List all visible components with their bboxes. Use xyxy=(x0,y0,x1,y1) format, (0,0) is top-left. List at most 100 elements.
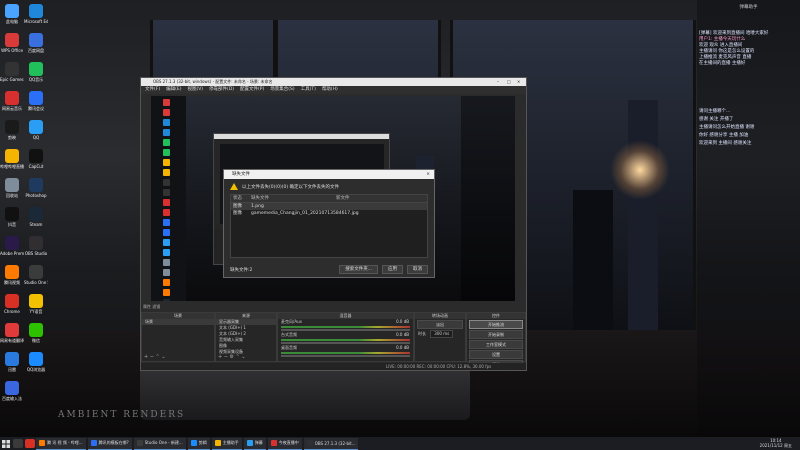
desktop-icon-label: 腾讯视频 xyxy=(4,280,20,285)
source-toolbar[interactable]: 属性 滤镜 xyxy=(143,304,160,310)
close-icon[interactable]: × xyxy=(517,78,520,86)
app-icon xyxy=(29,120,43,134)
apply-button[interactable]: 应用 xyxy=(382,265,403,274)
control-button[interactable]: 开始录制 xyxy=(469,330,523,339)
desktop-icon-label: OBS Studio xyxy=(24,251,48,256)
desktop-icon-label: WPS Office xyxy=(1,48,23,53)
app-icon xyxy=(5,178,19,192)
desktop-icon-label: 此电脑 xyxy=(6,19,18,24)
app-icon xyxy=(5,120,19,134)
status-cell: 图像 xyxy=(233,211,242,216)
new-file-cell[interactable] xyxy=(336,210,427,217)
dialog-title-bar[interactable]: 缺失文件 × xyxy=(224,170,434,179)
preview-app-icon xyxy=(162,249,170,256)
preview-app-icon xyxy=(162,99,170,106)
control-button[interactable]: 开始推流 xyxy=(469,320,523,329)
obs-title-bar[interactable]: OBS 27.1.3 (32-bit, windows) - 配置文件: 未命名… xyxy=(141,78,526,86)
volume-meter xyxy=(281,339,410,341)
windows-icon xyxy=(2,439,10,448)
preview-app-icon xyxy=(162,189,170,196)
taskbar-item-label: 腾讯的模板在哪? xyxy=(98,440,129,445)
search-icon[interactable] xyxy=(13,439,23,448)
app-icon xyxy=(39,440,45,446)
menu-item[interactable]: 帮助(H) xyxy=(322,87,338,92)
taskbar-item-label: Studio One - 新建... xyxy=(144,440,183,445)
app-icon xyxy=(29,236,43,250)
scene-item[interactable]: 场景 xyxy=(142,319,214,325)
search-folder-button[interactable]: 搜索文件夹... xyxy=(339,265,378,274)
menu-item[interactable]: 编辑(E) xyxy=(166,87,181,92)
app-icon xyxy=(29,352,43,366)
preview-app-icon xyxy=(162,159,170,166)
warning-icon xyxy=(230,183,238,190)
close-icon[interactable]: × xyxy=(426,170,430,179)
window-controls[interactable]: – □ × xyxy=(494,78,526,86)
transition-select[interactable]: 淡出 xyxy=(417,320,463,329)
table-row[interactable]: 图像 gamemedia_Changjin_01_20210713584617.j… xyxy=(231,210,427,217)
desktop-icon-label: Epic Games Launcher xyxy=(0,77,24,82)
missing-files-dialog[interactable]: 缺失文件 × 以上文件丢失(0)(0)(0) 确定以下文件丢失的文件 状态 缺失… xyxy=(223,169,435,278)
mixer-channel-name: 桌面音频 xyxy=(281,345,297,350)
menu-item[interactable]: 文件(F) xyxy=(145,87,160,92)
preview-app-icon xyxy=(162,209,170,216)
taskbar-item[interactable]: Studio One - 新建... xyxy=(133,437,186,450)
menu-item[interactable]: 配置文件(P) xyxy=(240,87,264,92)
app-icon xyxy=(136,440,143,446)
app-icon xyxy=(5,62,19,76)
desktop-icon-label: Microsoft Edge xyxy=(24,19,48,24)
taskbar-item-label: 剪辑 xyxy=(198,440,207,445)
cancel-button[interactable]: 取消 xyxy=(407,265,428,274)
preview-app-icon xyxy=(162,229,170,236)
app-icon xyxy=(306,440,313,446)
taskbar-item[interactable]: 主播助手 xyxy=(211,437,242,450)
maximize-icon[interactable]: □ xyxy=(507,78,511,86)
obs-menu-bar: 文件(F) 编辑(E) 视图(V) 停靠部件(D) 配置文件(P) 场景集合(S) 工具(T… xyxy=(141,86,526,94)
side-panel-title: 弹幕助手 xyxy=(739,5,758,10)
taskbar-item[interactable]: 剪辑 xyxy=(187,437,210,450)
volume-slider[interactable] xyxy=(281,342,410,344)
dialog-footer: 缺失文件:2 搜索文件夹... 应用 取消 xyxy=(230,265,428,274)
desktop-icon-label: Adobe Premiere Pro xyxy=(0,251,24,256)
app-icon xyxy=(270,440,277,446)
app-icon xyxy=(29,91,43,105)
app-icon xyxy=(5,33,19,47)
preview-app-icon xyxy=(162,199,170,206)
taskbar-item[interactable]: 弹幕 xyxy=(243,437,266,450)
app-icon xyxy=(29,294,43,308)
taskbar-item[interactable]: 今夜直播中 xyxy=(267,437,302,450)
taskbar-item[interactable]: 腾 讯 视 频 - 哔哩... xyxy=(36,437,86,450)
taskbar-clock[interactable]: 10:14 2021/11/12 周五 xyxy=(760,438,792,448)
source-add-icon[interactable]: + − ⚙ ⌃ ⌄ xyxy=(218,354,246,360)
chat-line: 欢迎来到 主播间 感谢关注 xyxy=(699,141,752,146)
preview-app-icon xyxy=(162,219,170,226)
taskbar-item[interactable]: 腾讯的模板在哪? xyxy=(87,437,132,450)
controls-dock: 控件 开始推流开始录制工作室模式设置退出 xyxy=(466,312,526,369)
control-button[interactable]: 设置 xyxy=(469,350,523,359)
desktop-icon-label: QQ xyxy=(32,135,40,140)
desktop-icon[interactable]: QQ浏览器 xyxy=(24,350,48,388)
desktop-icon[interactable]: 百度输入法 xyxy=(0,379,24,417)
column-header: 状态 xyxy=(233,196,242,201)
obs-title: OBS 27.1.3 (32-bit, windows) - 配置文件: 未命名… xyxy=(153,79,273,84)
minimize-icon[interactable]: – xyxy=(497,78,499,86)
mixer-channel: 台式音频 0.0 dB xyxy=(278,332,413,344)
mixer-channel: 麦克风/Aux 0.0 dB xyxy=(278,319,413,331)
menu-item[interactable]: 视图(V) xyxy=(187,87,203,92)
volume-slider[interactable] xyxy=(281,355,410,357)
table-row[interactable]: 图像 1.png xyxy=(231,203,427,210)
preview-app-icon xyxy=(162,259,170,266)
missing-files-table: 状态 缺失文件 新文件 图像 1.png 图像 gamemedia_Changjin_… xyxy=(230,194,428,258)
duration-input[interactable]: 300 ms xyxy=(430,330,454,338)
menu-item[interactable]: 工具(T) xyxy=(301,87,316,92)
city-light xyxy=(610,140,670,200)
chrome-icon[interactable] xyxy=(25,439,35,448)
start-button[interactable] xyxy=(0,437,12,450)
volume-slider[interactable] xyxy=(281,329,410,331)
preview-app-icon xyxy=(162,279,170,286)
new-file-cell[interactable] xyxy=(336,203,427,210)
menu-item[interactable]: 场景集合(S) xyxy=(270,87,294,92)
scene-add-icon[interactable]: + − ⌃ ⌄ xyxy=(144,354,166,360)
control-button[interactable]: 工作室模式 xyxy=(469,340,523,349)
menu-item[interactable]: 停靠部件(D) xyxy=(209,87,234,92)
taskbar-item[interactable]: OBS 27.1.3 (32-bit... xyxy=(303,437,359,450)
